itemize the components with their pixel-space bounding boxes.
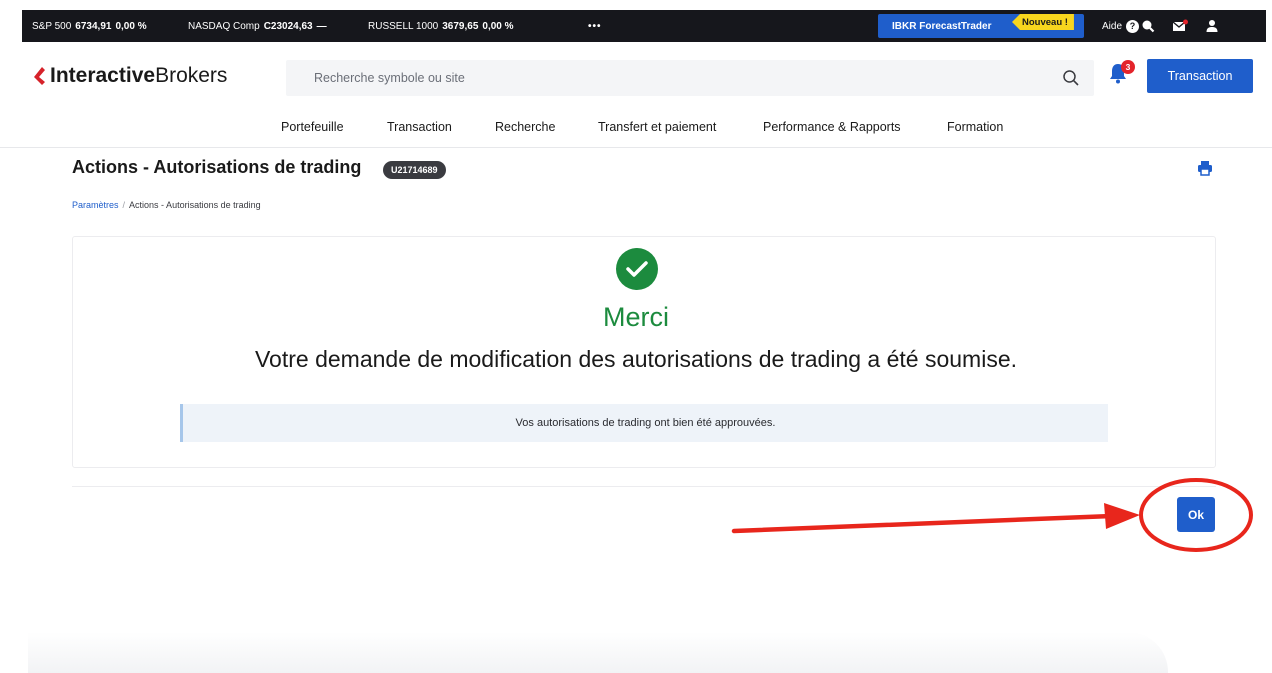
ticker-more-button[interactable]: ••• bbox=[588, 21, 602, 32]
check-icon bbox=[616, 248, 658, 290]
confirmation-message: Votre demande de modification des autori… bbox=[254, 346, 1018, 372]
nav-divider bbox=[0, 147, 1272, 148]
annotation-arrow-line bbox=[731, 513, 1115, 534]
nav-performance-rapports[interactable]: Performance & Rapports bbox=[763, 120, 901, 134]
breadcrumb-separator: / bbox=[122, 200, 126, 210]
ticker-nasdaq[interactable]: NASDAQ Comp C23024,63 — bbox=[188, 21, 327, 32]
market-ticker-bar: S&P 500 6734,91 0,00 % NASDAQ Comp C2302… bbox=[22, 10, 1266, 42]
bottom-panel-edge bbox=[28, 632, 1168, 673]
transaction-button[interactable]: Transaction bbox=[1147, 59, 1253, 93]
breadcrumb: Paramètres / Actions - Autorisations de tr… bbox=[72, 200, 261, 210]
breadcrumb-settings-link[interactable]: Paramètres bbox=[72, 200, 119, 210]
chat-icon[interactable] bbox=[1140, 18, 1156, 34]
nav-transaction[interactable]: Transaction bbox=[387, 120, 452, 134]
confirmation-heading: Merci bbox=[603, 302, 669, 332]
nav-formation[interactable]: Formation bbox=[947, 120, 1003, 134]
interactive-brokers-logo[interactable]: InteractiveBrokers bbox=[32, 64, 227, 88]
ibkr-logo-icon bbox=[34, 67, 45, 85]
user-icon[interactable] bbox=[1204, 18, 1220, 34]
nav-recherche[interactable]: Recherche bbox=[495, 120, 555, 134]
nav-transfert-paiement[interactable]: Transfert et paiement bbox=[598, 120, 716, 134]
search-input[interactable]: Recherche symbole ou site bbox=[286, 60, 1094, 96]
footer-divider bbox=[72, 486, 1216, 487]
help-link[interactable]: Aide ? bbox=[1102, 19, 1140, 33]
search-placeholder: Recherche symbole ou site bbox=[314, 71, 465, 85]
account-id-badge: U21714689 bbox=[383, 161, 446, 179]
mail-icon[interactable] bbox=[1172, 18, 1188, 34]
annotation-arrow-head bbox=[1104, 503, 1140, 529]
page-title: Actions - Autorisations de trading bbox=[72, 157, 362, 177]
breadcrumb-current: Actions - Autorisations de trading bbox=[129, 200, 261, 210]
approval-notice: Vos autorisations de trading ont bien ét… bbox=[180, 404, 1108, 442]
new-badge: Nouveau ! bbox=[1012, 14, 1074, 30]
ticker-russell1000[interactable]: RUSSELL 1000 3679,65 0,00 % bbox=[368, 21, 514, 32]
search-icon[interactable] bbox=[1062, 69, 1080, 92]
nav-portefeuille[interactable]: Portefeuille bbox=[281, 120, 344, 134]
print-icon[interactable] bbox=[1197, 160, 1213, 181]
ticker-sp500[interactable]: S&P 500 6734,91 0,00 % bbox=[32, 21, 147, 32]
ok-button[interactable]: Ok bbox=[1177, 497, 1215, 532]
notification-count-badge: 3 bbox=[1121, 60, 1135, 74]
help-icon: ? bbox=[1126, 19, 1140, 33]
